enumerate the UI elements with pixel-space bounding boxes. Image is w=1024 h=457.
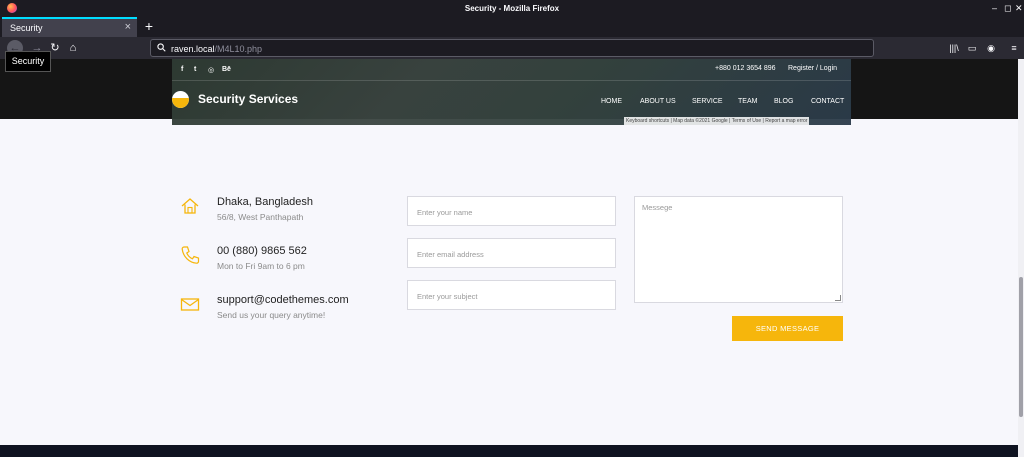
subject-input[interactable]: Enter your subject: [407, 280, 616, 310]
window-title: Security - Mozilla Firefox: [464, 4, 560, 13]
site-footer: [0, 445, 1018, 457]
search-icon: [157, 43, 166, 52]
maximize-icon[interactable]: ◻: [1004, 3, 1011, 14]
message-textarea[interactable]: Messege: [634, 196, 843, 303]
brand-name: Security Services: [198, 92, 299, 106]
facebook-icon[interactable]: f: [181, 66, 183, 73]
account-icon[interactable]: ◉: [985, 42, 997, 54]
address-sub: 56/8, West Panthapath: [217, 212, 304, 222]
tab-close-icon[interactable]: ×: [125, 21, 131, 33]
tab-label: Security: [10, 23, 43, 33]
send-message-button[interactable]: SEND MESSAGE: [732, 316, 843, 341]
twitter-icon[interactable]: t: [194, 66, 196, 73]
email-title: support@codethemes.com: [217, 294, 349, 306]
tab-security[interactable]: Security ×: [2, 17, 137, 37]
dribbble-icon[interactable]: ◎: [208, 66, 214, 74]
header-topbar: f t ◎ Bē +880 012 3654 896 Register / Lo…: [172, 59, 851, 81]
map-attribution[interactable]: Keyboard shortcuts | Map data ©2021 Goog…: [624, 117, 810, 125]
header-phone: +880 012 3654 896: [715, 65, 776, 72]
menu-icon[interactable]: ≡: [1008, 42, 1020, 54]
home-button[interactable]: ⌂: [65, 40, 81, 56]
brand-logo-icon: [172, 91, 189, 108]
email-input[interactable]: Enter email address: [407, 238, 616, 268]
close-window-icon[interactable]: ✕: [1015, 3, 1023, 14]
behance-icon[interactable]: Bē: [222, 66, 231, 73]
phone-sub: Mon to Fri 9am to 6 pm: [217, 261, 305, 271]
envelope-icon: [180, 298, 200, 311]
scrollbar-thumb[interactable]: [1019, 277, 1023, 417]
url-bar[interactable]: raven.local/M4L10.php: [150, 39, 874, 57]
page-viewport: Keyboard shortcuts | Map data ©2021 Goog…: [0, 59, 1018, 457]
nav-team[interactable]: TEAM: [738, 98, 757, 105]
window-titlebar: Security - Mozilla Firefox – ◻ ✕: [0, 0, 1024, 17]
address-title: Dhaka, Bangladesh: [217, 196, 314, 208]
url-text: raven.local/M4L10.php: [171, 44, 262, 54]
minimize-icon[interactable]: –: [992, 3, 997, 13]
nav-blog[interactable]: BLOG: [774, 98, 793, 105]
phone-title: 00 (880) 9865 562: [217, 245, 307, 257]
page-scrollbar[interactable]: [1018, 59, 1024, 457]
url-host: raven.local: [171, 44, 215, 54]
phone-icon: [181, 246, 200, 264]
name-input[interactable]: Enter your name: [407, 196, 616, 226]
tab-tooltip: Security: [5, 51, 51, 72]
library-icon[interactable]: |||\: [948, 42, 960, 54]
message-placeholder: Messege: [642, 203, 673, 212]
tab-strip: Security × +: [0, 17, 1024, 37]
register-login-link[interactable]: Register / Login: [788, 65, 837, 72]
nav-contact[interactable]: CONTACT: [811, 98, 844, 105]
email-sub: Send us your query anytime!: [217, 310, 326, 320]
nav-home[interactable]: HOME: [601, 98, 622, 105]
new-tab-button[interactable]: +: [142, 17, 156, 35]
nav-service[interactable]: SERVICE: [692, 98, 723, 105]
url-path: /M4L10.php: [214, 44, 263, 54]
sidebar-icon[interactable]: ▭: [966, 42, 978, 54]
resize-handle-icon[interactable]: [835, 295, 841, 301]
nav-about-us[interactable]: ABOUT US: [640, 98, 676, 105]
home-icon: [181, 198, 199, 214]
navigation-toolbar: ← → ↻ ⌂ raven.local/M4L10.php |||\ ▭ ◉ ≡: [0, 37, 1024, 59]
